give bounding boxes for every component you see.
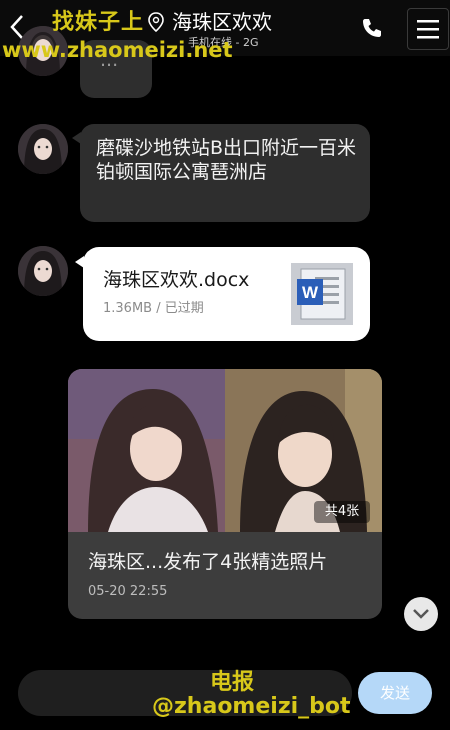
- photo-count-badge: 共4张: [314, 501, 370, 523]
- hamburger-menu-icon[interactable]: [407, 8, 449, 50]
- file-name: 海珠区欢欢.docx: [103, 269, 250, 291]
- album-photo[interactable]: [68, 369, 225, 532]
- album-caption: 海珠区...发布了4张精选照片: [88, 551, 328, 573]
- svg-text:W: W: [302, 283, 319, 302]
- file-meta: 1.36MB / 已过期: [103, 301, 204, 316]
- watermark-text: 找妹子上: [52, 10, 145, 35]
- location-pin-icon: [148, 12, 164, 32]
- photo-album-card[interactable]: 共4张 海珠区...发布了4张精选照片 05-20 22:55: [68, 369, 382, 619]
- contact-name: 海珠区欢欢: [172, 10, 272, 34]
- avatar[interactable]: [18, 246, 68, 296]
- phone-icon[interactable]: [360, 16, 384, 40]
- message-bubble-location[interactable]: 磨碟沙地铁站B出口附近一百米 铂顿国际公寓琶洲店: [80, 124, 370, 222]
- watermark-url: www.zhaomeizi.net: [2, 38, 233, 62]
- watermark-handle: @zhaomeizi_bot: [152, 694, 351, 719]
- file-message-card[interactable]: 海珠区欢欢.docx 1.36MB / 已过期 W: [83, 247, 370, 341]
- message-text: 磨碟沙地铁站B出口附近一百米 铂顿国际公寓琶洲店: [96, 137, 357, 183]
- word-document-icon: W: [291, 263, 353, 325]
- chevron-down-icon: [413, 609, 429, 619]
- album-timestamp: 05-20 22:55: [88, 584, 168, 599]
- scroll-to-bottom-button[interactable]: [404, 597, 438, 631]
- send-button[interactable]: 发送: [358, 672, 432, 714]
- avatar[interactable]: [18, 124, 68, 174]
- watermark-text: 电报: [210, 670, 255, 695]
